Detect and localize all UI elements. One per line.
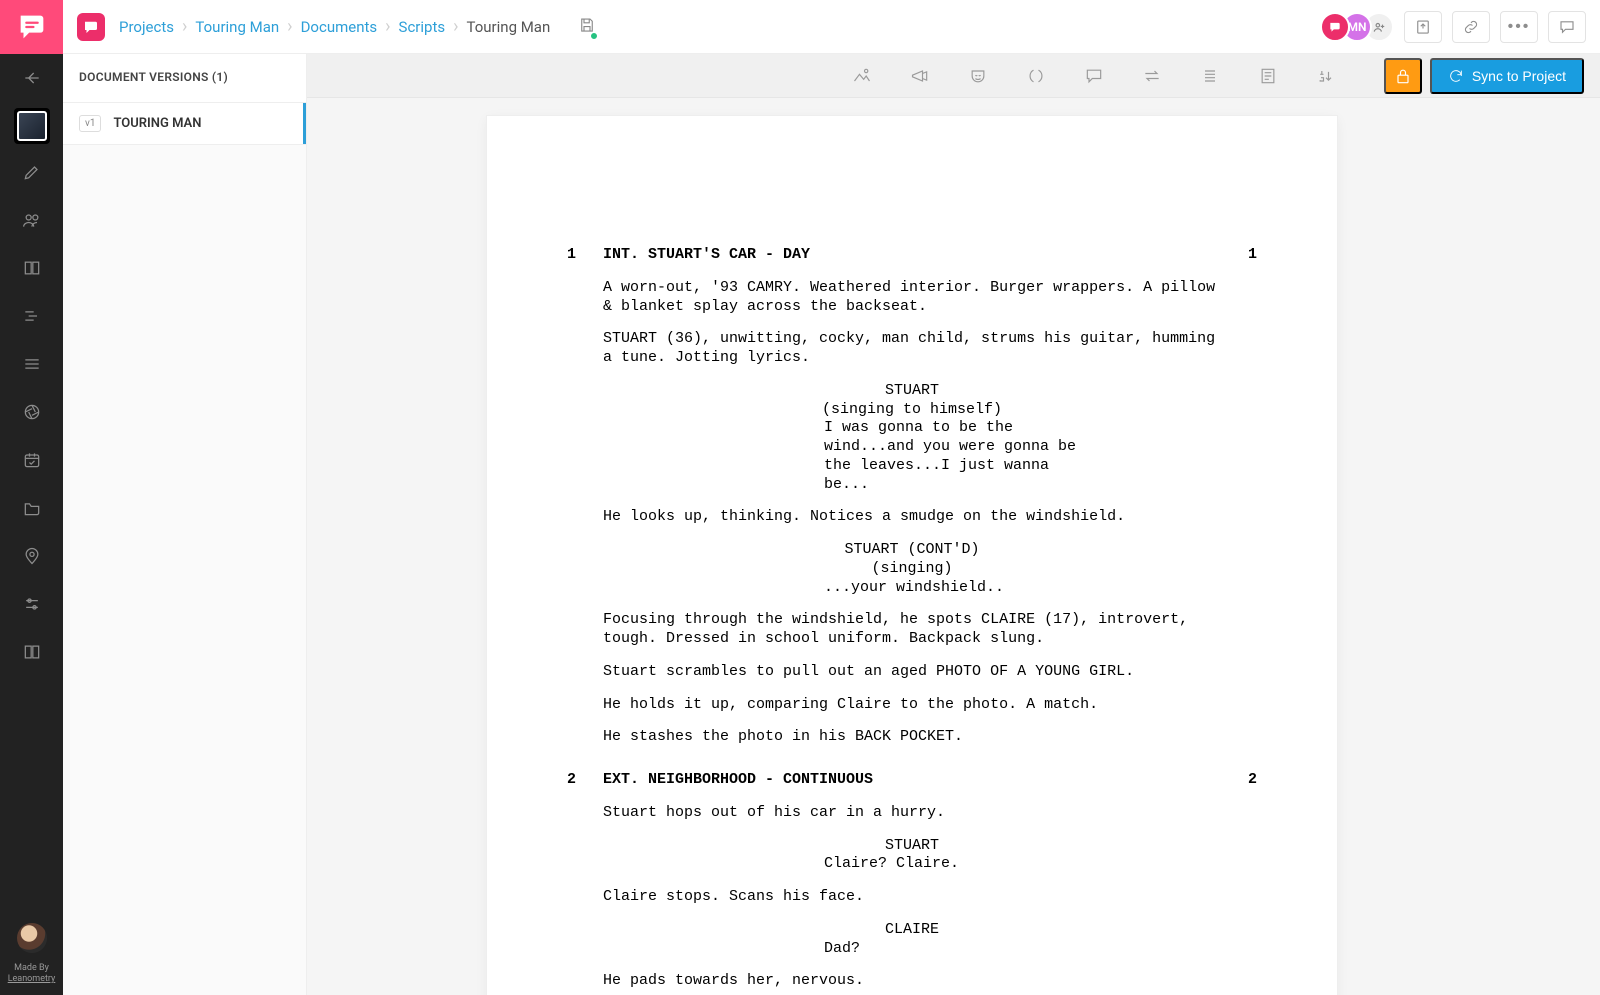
- dialogue-block[interactable]: ...your windshield..: [732, 579, 1092, 598]
- action-block[interactable]: Claire stops. Scans his face.: [603, 888, 1223, 907]
- align-icon[interactable]: [1200, 66, 1220, 86]
- action-block[interactable]: Stuart scrambles to pull out an aged PHO…: [603, 663, 1223, 682]
- character-cue[interactable]: STUART(singing to himself): [567, 382, 1257, 420]
- people-icon[interactable]: [0, 196, 63, 244]
- made-by-label: Made By Leanometry: [8, 963, 56, 985]
- crumb-projects[interactable]: Projects: [119, 18, 174, 36]
- save-status-icon[interactable]: [578, 16, 596, 38]
- action-block[interactable]: He looks up, thinking. Notices a smudge …: [603, 508, 1223, 527]
- action-block[interactable]: Focusing through the windshield, he spot…: [603, 611, 1223, 649]
- edit-icon[interactable]: [0, 148, 63, 196]
- editor-toolbar: Sync to Project: [307, 54, 1600, 98]
- scene-heading[interactable]: EXT. NEIGHBORHOOD - CONTINUOUS: [603, 771, 1221, 790]
- dialogue-block[interactable]: Dad?: [732, 940, 1092, 959]
- scene-number-left: 1: [567, 246, 603, 265]
- action-block[interactable]: He stashes the photo in his BACK POCKET.: [603, 728, 1223, 747]
- top-bar: Projects› Touring Man› Documents› Script…: [63, 0, 1600, 54]
- sync-button[interactable]: Sync to Project: [1430, 58, 1584, 94]
- crumb-current: Touring Man: [467, 18, 551, 36]
- crumb-scripts[interactable]: Scripts: [399, 18, 446, 36]
- version-title: TOURING MAN: [113, 116, 201, 131]
- aperture-icon[interactable]: [0, 388, 63, 436]
- presence-avatars[interactable]: MN: [1328, 12, 1394, 42]
- location-icon[interactable]: [0, 532, 63, 580]
- script-page[interactable]: 1INT. STUART'S CAR - DAY1A worn-out, '93…: [487, 116, 1337, 995]
- app-logo[interactable]: [0, 0, 63, 54]
- lock-button[interactable]: [1384, 58, 1422, 94]
- flow-icon[interactable]: [0, 292, 63, 340]
- scene-heading[interactable]: INT. STUART'S CAR - DAY: [603, 246, 1221, 265]
- presence-user-1[interactable]: [1320, 12, 1350, 42]
- action-block[interactable]: He pads towards her, nervous.: [603, 972, 1223, 991]
- mask-icon[interactable]: [968, 66, 988, 86]
- book-icon[interactable]: [0, 628, 63, 676]
- back-icon[interactable]: [0, 54, 63, 102]
- versions-panel: DOCUMENT VERSIONS (1) v1 TOURING MAN: [63, 54, 307, 995]
- comments-button[interactable]: [1548, 11, 1586, 43]
- note-icon[interactable]: [1258, 66, 1278, 86]
- character-cue[interactable]: STUART: [567, 837, 1257, 856]
- list-icon[interactable]: [0, 340, 63, 388]
- saved-indicator-dot: [590, 32, 598, 40]
- speech-icon[interactable]: [1084, 66, 1104, 86]
- dialogue-block[interactable]: Claire? Claire.: [732, 855, 1092, 874]
- action-block[interactable]: STUART (36), unwitting, cocky, man child…: [603, 330, 1223, 368]
- paper-scroll[interactable]: 1INT. STUART'S CAR - DAY1A worn-out, '93…: [307, 98, 1600, 995]
- renumber-icon[interactable]: [1316, 66, 1336, 86]
- version-item[interactable]: v1 TOURING MAN: [63, 103, 306, 145]
- parens-icon[interactable]: [1026, 66, 1046, 86]
- user-avatar[interactable]: [17, 923, 47, 953]
- version-pill: v1: [79, 115, 101, 132]
- editor: Sync to Project 1INT. STUART'S CAR - DAY…: [307, 54, 1600, 995]
- crumb-documents[interactable]: Documents: [301, 18, 378, 36]
- scene-number-right: 2: [1221, 771, 1257, 790]
- scene[interactable]: 2EXT. NEIGHBORHOOD - CONTINUOUS2Stuart h…: [567, 771, 1257, 995]
- left-rail: Made By Leanometry: [0, 0, 63, 995]
- megaphone-icon[interactable]: [910, 66, 930, 86]
- versions-header: DOCUMENT VERSIONS (1): [63, 54, 306, 103]
- link-button[interactable]: [1452, 11, 1490, 43]
- project-thumbnail[interactable]: [14, 108, 50, 144]
- action-block[interactable]: Stuart hops out of his car in a hurry.: [603, 804, 1223, 823]
- sliders-icon[interactable]: [0, 580, 63, 628]
- breadcrumb: Projects› Touring Man› Documents› Script…: [119, 18, 550, 36]
- folder-icon[interactable]: [0, 484, 63, 532]
- action-block[interactable]: He holds it up, comparing Claire to the …: [603, 696, 1223, 715]
- calendar-icon[interactable]: [0, 436, 63, 484]
- character-cue[interactable]: STUART (CONT'D)(singing): [567, 541, 1257, 579]
- main-area: Projects› Touring Man› Documents› Script…: [63, 0, 1600, 995]
- sync-button-label: Sync to Project: [1472, 68, 1566, 84]
- transition-icon[interactable]: [1142, 66, 1162, 86]
- scene-number-right: 1: [1221, 246, 1257, 265]
- more-button[interactable]: •••: [1500, 11, 1538, 43]
- scene[interactable]: 1INT. STUART'S CAR - DAY1A worn-out, '93…: [567, 246, 1257, 747]
- dialogue-block[interactable]: I was gonna to be the wind...and you wer…: [732, 419, 1092, 494]
- project-badge[interactable]: [77, 13, 105, 41]
- image-icon[interactable]: [852, 66, 872, 86]
- export-button[interactable]: [1404, 11, 1442, 43]
- crumb-project[interactable]: Touring Man: [195, 18, 279, 36]
- board-icon[interactable]: [0, 244, 63, 292]
- scene-number-left: 2: [567, 771, 603, 790]
- action-block[interactable]: A worn-out, '93 CAMRY. Weathered interio…: [603, 279, 1223, 317]
- character-cue[interactable]: CLAIRE: [567, 921, 1257, 940]
